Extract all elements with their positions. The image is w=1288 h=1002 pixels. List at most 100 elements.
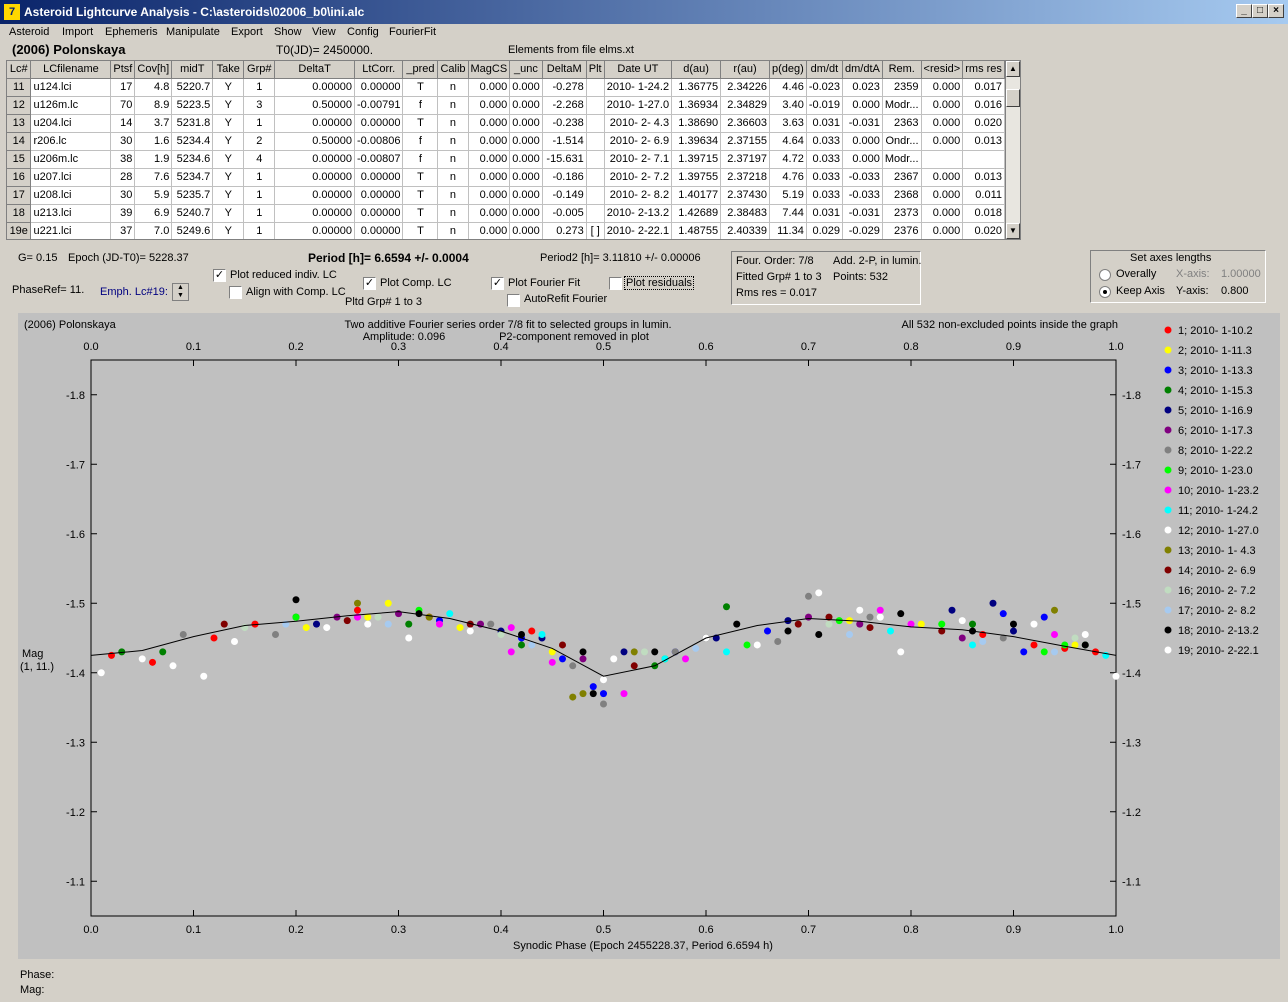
table-cell[interactable]: 0.000 <box>921 222 964 239</box>
table-cell[interactable]: 2.34226 <box>720 78 771 97</box>
table-cell[interactable]: Y <box>212 150 245 169</box>
table-cell[interactable]: -0.00791 <box>354 96 404 115</box>
table-cell[interactable]: 0.020 <box>962 222 1005 239</box>
column-header[interactable]: LCfilename <box>30 61 112 79</box>
table-cell[interactable]: 0.273 <box>542 222 587 239</box>
table-cell[interactable]: 1.42689 <box>671 204 722 223</box>
table-cell[interactable]: 5235.7 <box>171 186 214 205</box>
lightcurve-table[interactable]: Lc# LCfilename Ptsf Cov[h] midT Take Grp# Delta… <box>6 60 1006 240</box>
table-cell[interactable]: 1.48755 <box>671 222 722 239</box>
table-cell[interactable]: 2.34829 <box>720 96 771 115</box>
table-cell[interactable]: 7.0 <box>134 222 173 239</box>
lightcurve-chart[interactable]: (2006) Polonskaya Two additive Fourier s… <box>18 313 1280 959</box>
table-cell[interactable] <box>962 150 1005 169</box>
table-cell[interactable]: T <box>402 78 439 97</box>
table-cell[interactable]: 2.36603 <box>720 114 771 133</box>
table-cell[interactable]: 2010- 2-13.2 <box>604 204 673 223</box>
table-cell[interactable]: 4.8 <box>134 78 173 97</box>
table-cell[interactable]: 3.40 <box>769 96 807 115</box>
table-cell[interactable]: 5231.8 <box>171 114 214 133</box>
table-cell[interactable]: 3.7 <box>134 114 173 133</box>
table-cell[interactable]: 0.000 <box>468 222 511 239</box>
table-cell[interactable]: 0.033 <box>806 168 844 187</box>
table-cell[interactable] <box>921 150 964 169</box>
table-cell[interactable]: u126m.lc <box>30 96 112 115</box>
table-cell[interactable]: 1 <box>243 186 276 205</box>
table-cell[interactable]: 2367 <box>882 168 922 187</box>
table-cell[interactable]: 2010- 1-27.0 <box>604 96 673 115</box>
table-cell[interactable]: 14 <box>110 114 136 133</box>
table-cell[interactable]: 1.39755 <box>671 168 722 187</box>
table-cell[interactable] <box>586 96 605 115</box>
table-cell[interactable]: 0.00000 <box>274 168 356 187</box>
table-cell[interactable]: 2.37155 <box>720 132 771 151</box>
table-cell[interactable]: 1 <box>243 204 276 223</box>
table-cell[interactable]: 0.00000 <box>274 78 356 97</box>
column-header[interactable]: rms res <box>962 61 1005 79</box>
table-cell[interactable]: 6.9 <box>134 204 173 223</box>
table-cell[interactable]: 5234.7 <box>171 168 214 187</box>
table-cell[interactable]: n <box>437 78 469 97</box>
table-cell[interactable]: 11 <box>7 78 32 97</box>
table-cell[interactable]: 13 <box>7 114 32 133</box>
minimize-button[interactable]: _ <box>1236 4 1252 18</box>
table-cell[interactable]: 0.00000 <box>354 186 404 205</box>
table-cell[interactable]: 14 <box>7 132 32 151</box>
table-cell[interactable]: 2010- 2- 6.9 <box>604 132 673 151</box>
column-header[interactable]: midT <box>171 61 214 79</box>
table-cell[interactable]: 3.63 <box>769 114 807 133</box>
table-cell[interactable]: u204.lci <box>30 114 112 133</box>
table-cell[interactable]: n <box>437 168 469 187</box>
table-cell[interactable]: 0.50000 <box>274 132 356 151</box>
keep-axis-radio[interactable] <box>1099 286 1111 298</box>
table-cell[interactable]: 0.023 <box>842 78 883 97</box>
table-cell[interactable]: 0.000 <box>509 132 543 151</box>
table-cell[interactable]: 0.000 <box>842 96 883 115</box>
table-cell[interactable]: -0.033 <box>842 186 883 205</box>
table-cell[interactable]: 0.000 <box>468 186 511 205</box>
table-cell[interactable]: 5.9 <box>134 186 173 205</box>
table-cell[interactable]: -1.514 <box>542 132 587 151</box>
column-header[interactable]: Date UT <box>604 61 673 79</box>
table-cell[interactable]: 5234.6 <box>171 150 214 169</box>
table-row[interactable]: 12 u126m.lc 70 8.9 5223.5 Y 3 0.50000 -0.00791 f n… <box>7 96 1005 115</box>
table-cell[interactable]: 7.44 <box>769 204 807 223</box>
table-cell[interactable]: 11.34 <box>769 222 807 239</box>
table-cell[interactable]: 1.38690 <box>671 114 722 133</box>
table-cell[interactable]: 0.000 <box>468 168 511 187</box>
table-cell[interactable]: Y <box>212 168 245 187</box>
table-cell[interactable]: 2010- 2- 8.2 <box>604 186 673 205</box>
table-row[interactable]: 16 u207.lci 28 7.6 5234.7 Y 1 0.00000 0.00000 Tn 0… <box>7 168 1005 187</box>
table-cell[interactable]: Y <box>212 132 245 151</box>
table-cell[interactable]: 2010- 2- 7.2 <box>604 168 673 187</box>
table-cell[interactable]: T <box>402 222 439 239</box>
table-cell[interactable]: T <box>402 114 439 133</box>
table-cell[interactable]: 0.000 <box>468 132 511 151</box>
menu-manipulate[interactable]: Manipulate <box>166 26 220 38</box>
table-row[interactable]: 14 r206.lc 30 1.6 5234.4 Y 2 0.50000 -0.00806 f n 0… <box>7 132 1005 151</box>
table-cell[interactable]: 5.19 <box>769 186 807 205</box>
table-cell[interactable]: Modr... <box>882 150 922 169</box>
table-cell[interactable] <box>586 78 605 97</box>
table-cell[interactable]: 0.000 <box>842 150 883 169</box>
table-cell[interactable]: 0.00000 <box>354 168 404 187</box>
table-cell[interactable]: u206m.lc <box>30 150 112 169</box>
table-cell[interactable]: -0.00806 <box>354 132 404 151</box>
column-header[interactable]: r(au) <box>720 61 771 79</box>
table-cell[interactable]: Y <box>212 186 245 205</box>
table-cell[interactable]: -0.029 <box>842 222 883 239</box>
table-cell[interactable]: Y <box>212 78 245 97</box>
menu-show[interactable]: Show <box>274 26 302 38</box>
table-cell[interactable]: 0.000 <box>509 168 543 187</box>
table-cell[interactable]: 0.000 <box>921 78 964 97</box>
table-cell[interactable]: 2.40339 <box>720 222 771 239</box>
menu-fourierfit[interactable]: FourierFit <box>389 26 436 38</box>
table-cell[interactable]: 7.6 <box>134 168 173 187</box>
table-cell[interactable]: 5223.5 <box>171 96 214 115</box>
table-cell[interactable]: 0.000 <box>468 150 511 169</box>
table-cell[interactable]: 2359 <box>882 78 922 97</box>
table-cell[interactable]: 4.64 <box>769 132 807 151</box>
table-row[interactable]: 13 u204.lci 14 3.7 5231.8 Y 1 0.00000 0.00000 Tn 0… <box>7 114 1005 133</box>
table-cell[interactable] <box>586 114 605 133</box>
column-header[interactable]: _unc <box>509 61 543 79</box>
